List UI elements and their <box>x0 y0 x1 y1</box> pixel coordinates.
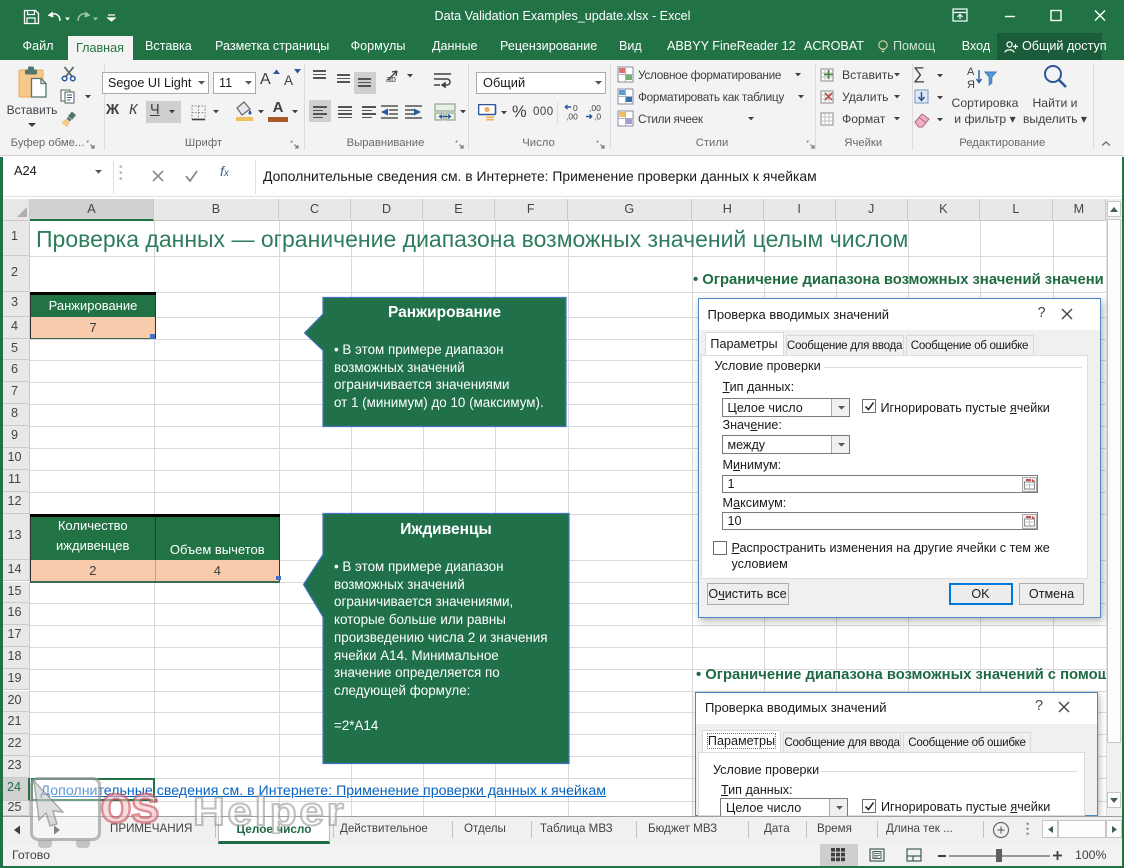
svg-text:ab: ab <box>386 74 396 84</box>
svg-text:А: А <box>967 66 975 78</box>
svg-text:,0: ,0 <box>594 112 601 122</box>
svg-text:,00: ,00 <box>566 112 578 122</box>
svg-text:Я: Я <box>967 79 975 91</box>
